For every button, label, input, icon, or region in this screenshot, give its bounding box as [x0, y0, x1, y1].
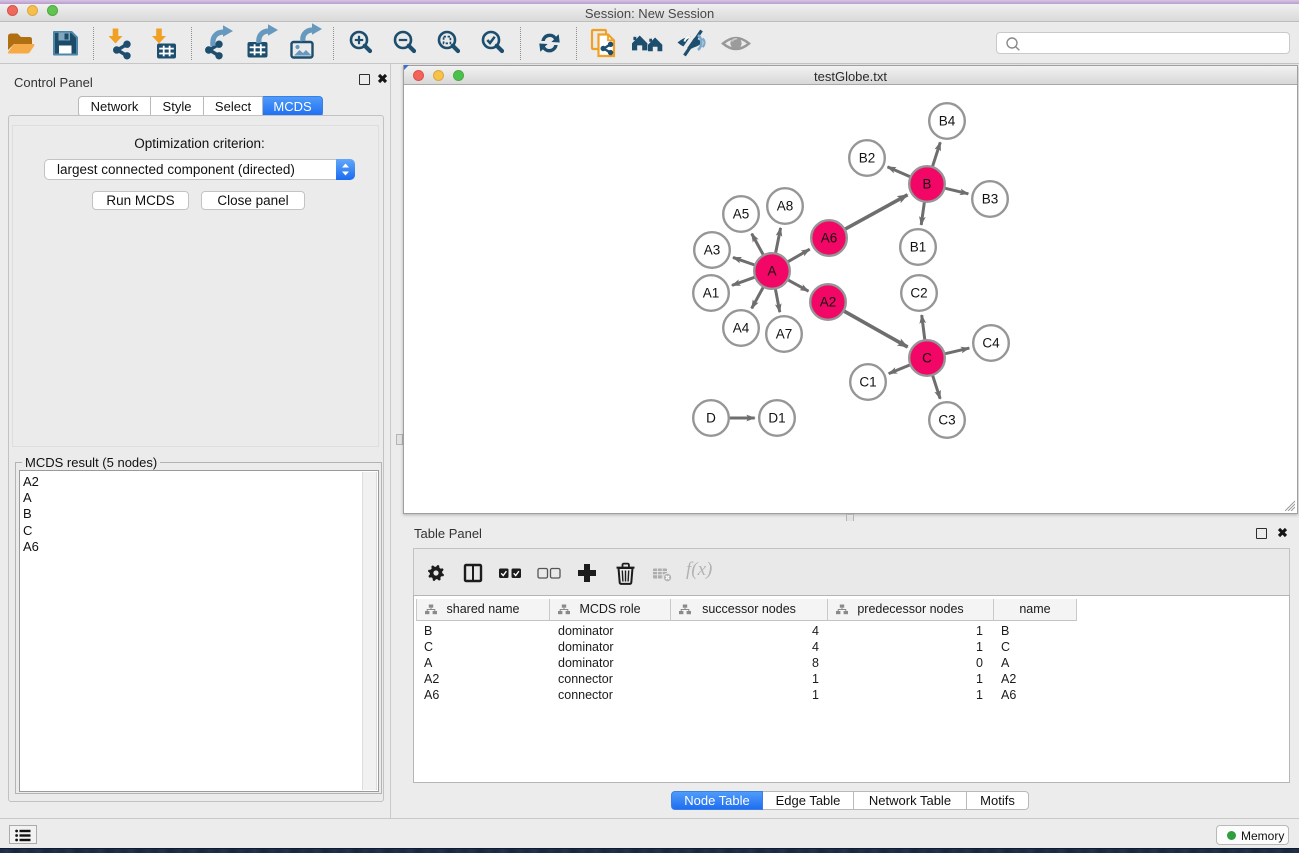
svg-text:A7: A7 — [776, 327, 793, 342]
svg-text:C3: C3 — [938, 413, 955, 428]
svg-text:A4: A4 — [733, 321, 750, 336]
svg-text:C1: C1 — [859, 375, 876, 390]
svg-text:C: C — [922, 351, 932, 366]
svg-text:B1: B1 — [910, 240, 927, 255]
svg-text:C4: C4 — [982, 336, 1000, 351]
svg-text:B: B — [922, 177, 931, 192]
svg-text:B4: B4 — [939, 114, 956, 129]
svg-text:A1: A1 — [703, 286, 720, 301]
svg-text:A: A — [767, 264, 776, 279]
svg-text:A8: A8 — [777, 199, 794, 214]
svg-text:B2: B2 — [859, 151, 876, 166]
svg-text:A2: A2 — [820, 295, 837, 310]
svg-text:A5: A5 — [733, 207, 750, 222]
svg-text:D: D — [706, 411, 716, 426]
svg-text:D1: D1 — [768, 411, 785, 426]
svg-text:C2: C2 — [910, 286, 927, 301]
svg-text:B3: B3 — [982, 192, 999, 207]
svg-text:A3: A3 — [704, 243, 721, 258]
svg-text:A6: A6 — [821, 231, 838, 246]
